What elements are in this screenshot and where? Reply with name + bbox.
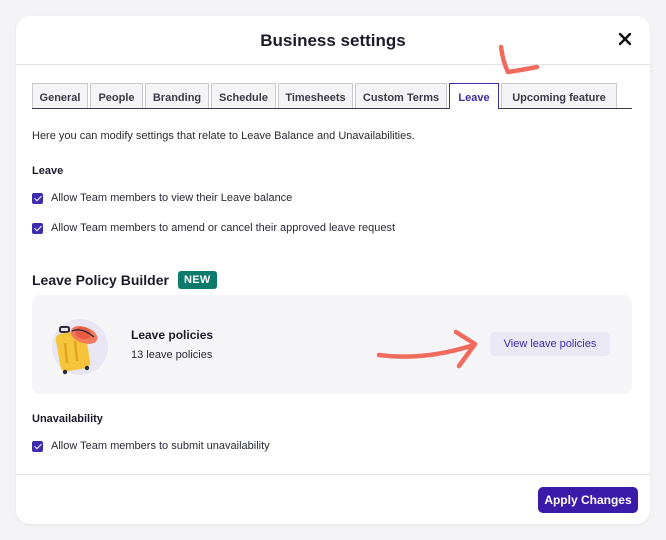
leave-balance-checkbox[interactable] (32, 192, 43, 204)
leave-policy-builder-heading: Leave Policy Builder NEW (32, 271, 217, 289)
tab-people[interactable]: People (90, 83, 143, 108)
close-button[interactable] (618, 32, 632, 46)
amend-leave-option: Allow Team members to amend or cancel th… (32, 222, 395, 234)
close-icon (618, 32, 632, 46)
tab-custom-terms[interactable]: Custom Terms (355, 83, 447, 108)
modal-title: Business settings (260, 31, 406, 50)
leave-balance-label: Allow Team members to view their Leave b… (51, 192, 293, 204)
amend-leave-checkbox[interactable] (32, 222, 43, 234)
footer-divider (16, 474, 650, 475)
tab-branding[interactable]: Branding (145, 83, 209, 108)
policy-count: 13 leave policies (131, 349, 213, 361)
builder-title: Leave Policy Builder (32, 272, 169, 288)
leave-policies-card: Leave policies 13 leave policies View le… (32, 295, 632, 394)
tab-timesheets[interactable]: Timesheets (278, 83, 353, 108)
leave-balance-option: Allow Team members to view their Leave b… (32, 192, 292, 204)
policy-card-title: Leave policies (131, 328, 214, 342)
unavailability-option: Allow Team members to submit unavailabil… (32, 440, 270, 452)
leave-section-heading: Leave (32, 165, 64, 177)
tab-schedule[interactable]: Schedule (211, 83, 276, 108)
apply-changes-button[interactable]: Apply Changes (538, 487, 638, 513)
modal-header: Business settings (16, 16, 650, 65)
tab-leave[interactable]: Leave (449, 83, 499, 109)
amend-leave-label: Allow Team members to amend or cancel th… (51, 222, 396, 234)
intro-text: Here you can modify settings that relate… (32, 130, 415, 142)
tab-general[interactable]: General (32, 83, 88, 108)
business-settings-modal: Business settings General People Brandin… (16, 16, 650, 524)
unavailability-section-heading: Unavailability (32, 413, 103, 425)
view-leave-policies-button[interactable]: View leave policies (490, 332, 610, 356)
new-badge: NEW (177, 271, 217, 289)
unavailability-label: Allow Team members to submit unavailabil… (51, 440, 270, 452)
unavailability-checkbox[interactable] (32, 440, 43, 452)
settings-tabs: General People Branding Schedule Timeshe… (32, 83, 632, 109)
suitcase-illustration (52, 319, 108, 375)
tab-upcoming-feature[interactable]: Upcoming feature (501, 83, 617, 108)
